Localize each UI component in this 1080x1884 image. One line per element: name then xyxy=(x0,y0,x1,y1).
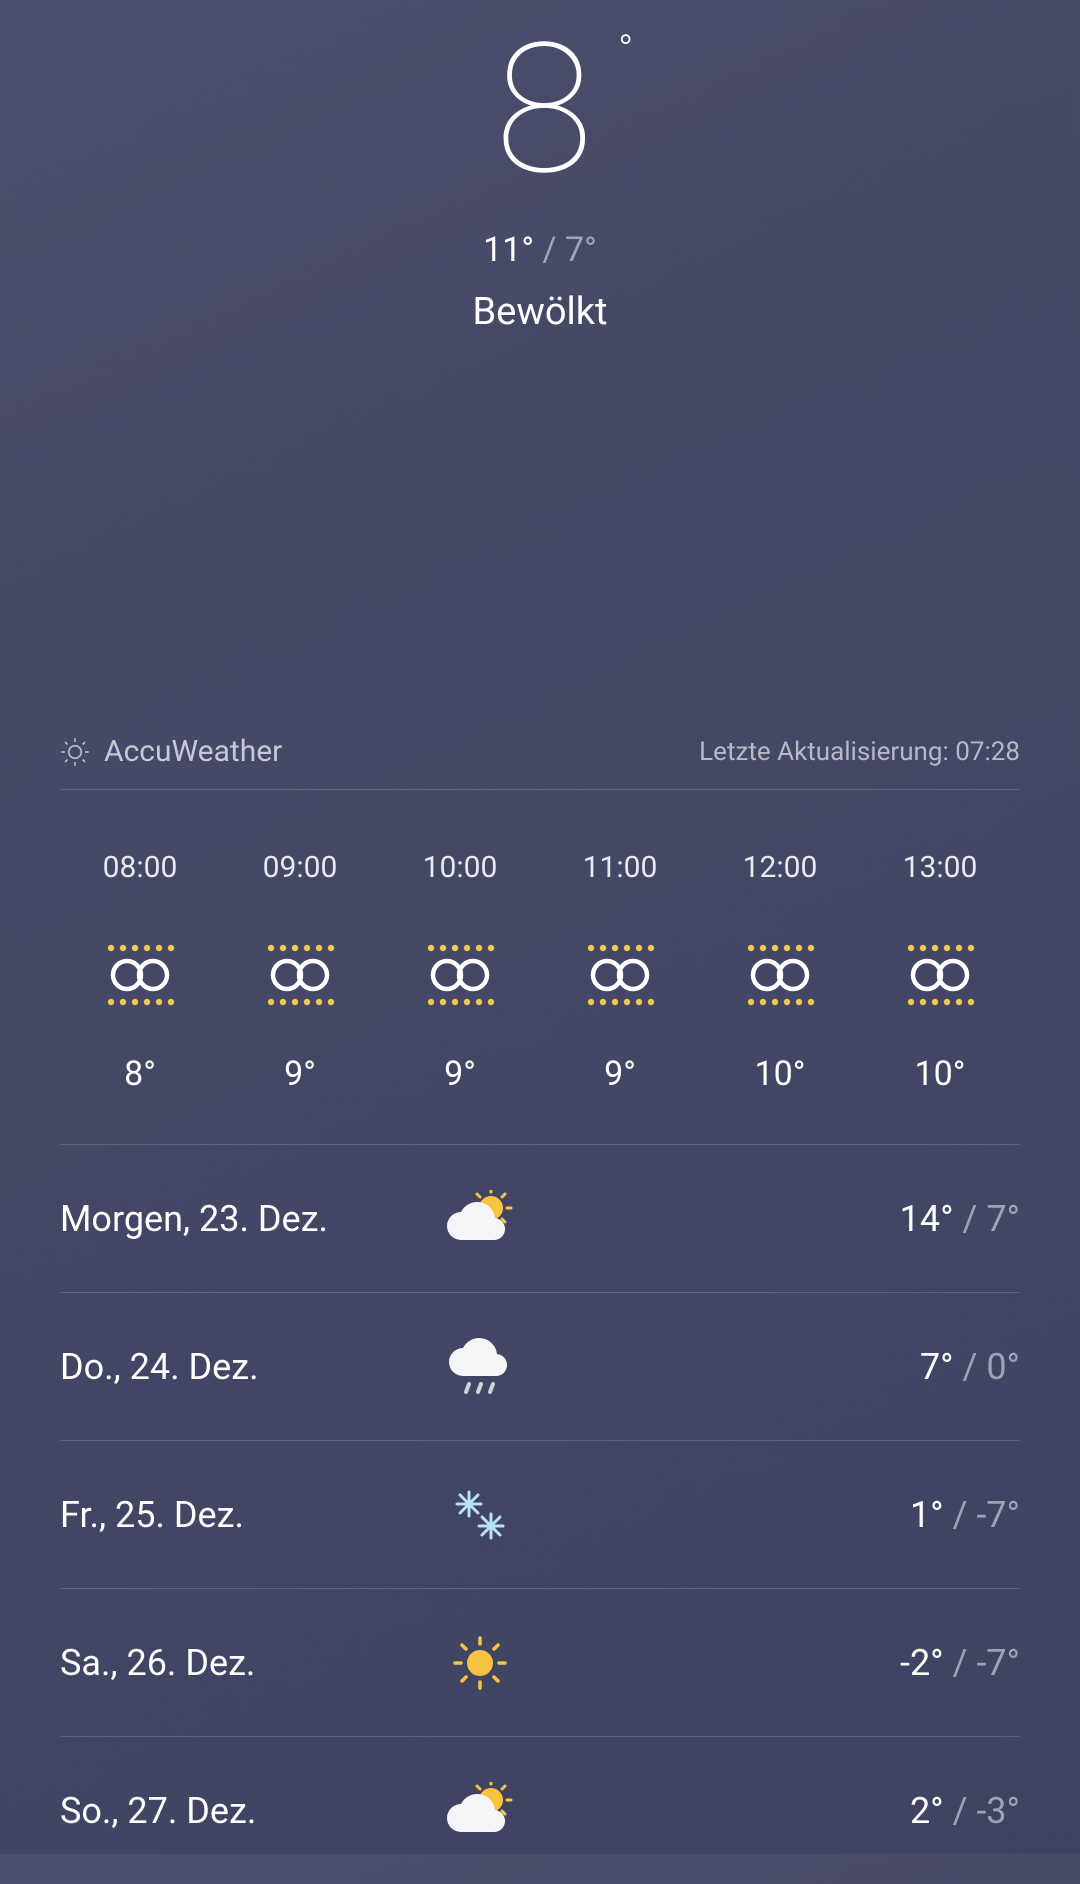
day-sep: / xyxy=(944,1790,977,1832)
day-row[interactable]: Morgen, 23. Dez. 14° / 7° xyxy=(60,1144,1020,1292)
cloudy-icon xyxy=(421,940,499,1014)
today-high-low: 11° / 7° xyxy=(483,230,597,270)
hour-time: 10:00 xyxy=(423,850,498,885)
day-low: -3° xyxy=(976,1790,1020,1832)
day-low: 7° xyxy=(986,1198,1020,1240)
day-high: 2° xyxy=(910,1790,944,1832)
sunny-icon xyxy=(420,1634,540,1692)
day-row[interactable]: Do., 24. Dez. 7° / 0° xyxy=(60,1292,1020,1440)
day-label: So., 27. Dez. xyxy=(60,1790,420,1832)
hour-time: 08:00 xyxy=(103,850,178,885)
hour-time: 13:00 xyxy=(903,850,978,885)
provider-row: AccuWeather Letzte Aktualisierung: 07:28 xyxy=(0,734,1080,789)
day-high: 14° xyxy=(900,1198,954,1240)
day-sep: / xyxy=(954,1346,987,1388)
hour-time: 11:00 xyxy=(583,850,658,885)
day-sep: / xyxy=(944,1642,977,1684)
provider-name: AccuWeather xyxy=(104,734,282,769)
partly-cloudy-icon xyxy=(420,1782,540,1840)
cloudy-icon xyxy=(581,940,659,1014)
cloudy-icon xyxy=(101,940,179,1014)
day-label: Sa., 26. Dez. xyxy=(60,1642,420,1684)
hour-temp: 10° xyxy=(915,1054,966,1094)
last-update-label: Letzte Aktualisierung: 07:28 xyxy=(699,737,1020,767)
day-row[interactable]: Sa., 26. Dez. -2° / -7° xyxy=(60,1588,1020,1736)
hour-column[interactable]: 08:00 8° xyxy=(60,850,220,1094)
high-low-separator: / xyxy=(534,230,565,270)
day-sep: / xyxy=(944,1494,977,1536)
day-low: 0° xyxy=(986,1346,1020,1388)
daily-forecast[interactable]: Morgen, 23. Dez. 14° / 7°Do., 24. Dez. 7… xyxy=(0,1144,1080,1884)
hour-temp: 9° xyxy=(604,1054,636,1094)
day-label: Fr., 25. Dez. xyxy=(60,1494,420,1536)
cloudy-icon xyxy=(901,940,979,1014)
provider[interactable]: AccuWeather xyxy=(60,734,282,769)
current-temp-value: 8 xyxy=(495,4,586,215)
hour-column[interactable]: 12:00 10° xyxy=(700,850,860,1094)
cloudy-icon xyxy=(261,940,339,1014)
hour-temp: 8° xyxy=(124,1054,156,1094)
hour-time: 09:00 xyxy=(263,850,338,885)
hour-temp: 9° xyxy=(284,1054,316,1094)
hour-temp: 9° xyxy=(444,1054,476,1094)
hour-time: 12:00 xyxy=(743,850,818,885)
day-label: Do., 24. Dez. xyxy=(60,1346,420,1388)
hour-column[interactable]: 09:00 9° xyxy=(220,850,380,1094)
snow-icon xyxy=(420,1484,540,1546)
day-temps: 7° / 0° xyxy=(540,1346,1020,1388)
day-row[interactable]: So., 27. Dez. 2° / -3° xyxy=(60,1736,1020,1884)
day-temps: 14° / 7° xyxy=(540,1198,1020,1240)
day-temps: 2° / -3° xyxy=(540,1790,1020,1832)
day-row[interactable]: Fr., 25. Dez. 1° / -7° xyxy=(60,1440,1020,1588)
hour-column[interactable]: 11:00 9° xyxy=(540,850,700,1094)
day-sep: / xyxy=(954,1198,987,1240)
day-temps: -2° / -7° xyxy=(540,1642,1020,1684)
hour-temp: 10° xyxy=(755,1054,806,1094)
day-temps: 1° / -7° xyxy=(540,1494,1020,1536)
day-high: 7° xyxy=(920,1346,954,1388)
current-temp: 8 ° xyxy=(495,20,586,200)
hourly-forecast[interactable]: 08:00 8°09:00 9°10:00 xyxy=(0,790,1080,1144)
hour-column[interactable]: 13:00 10° xyxy=(860,850,1020,1094)
current-condition: Bewölkt xyxy=(473,290,608,334)
rain-icon xyxy=(420,1336,540,1398)
day-high: -2° xyxy=(900,1642,944,1684)
day-low: -7° xyxy=(976,1494,1020,1536)
partly-cloudy-icon xyxy=(420,1190,540,1248)
cloudy-icon xyxy=(741,940,819,1014)
current-conditions: 8 ° 11° / 7° Bewölkt xyxy=(0,0,1080,334)
today-low: 7° xyxy=(565,230,597,270)
hour-column[interactable]: 10:00 9° xyxy=(380,850,540,1094)
day-low: -7° xyxy=(976,1642,1020,1684)
day-label: Morgen, 23. Dez. xyxy=(60,1198,420,1240)
today-high: 11° xyxy=(483,230,534,270)
day-high: 1° xyxy=(910,1494,944,1536)
provider-sun-icon xyxy=(60,737,90,767)
degree-symbol: ° xyxy=(618,30,625,70)
